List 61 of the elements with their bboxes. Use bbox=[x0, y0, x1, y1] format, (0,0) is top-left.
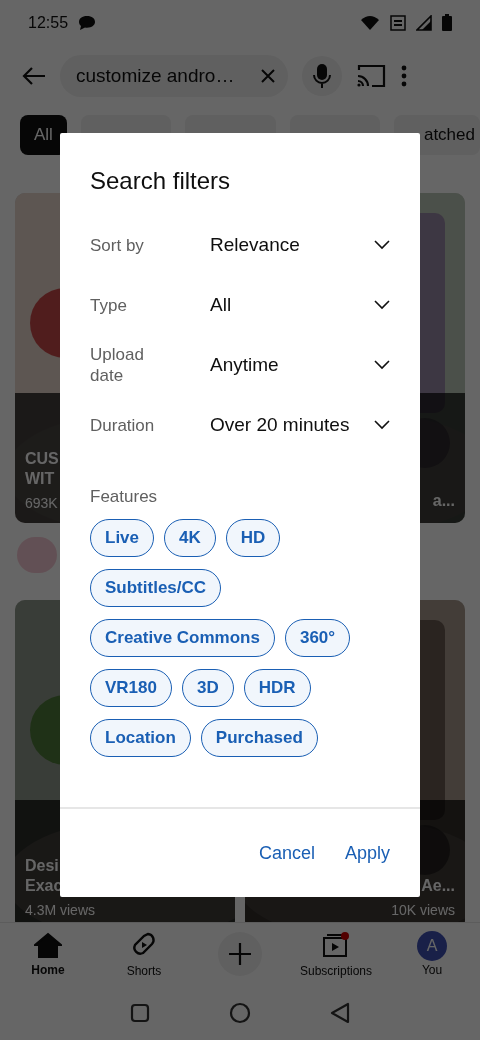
filter-dropdown[interactable]: Relevance bbox=[210, 234, 390, 256]
nav-item[interactable]: Shorts bbox=[96, 923, 192, 985]
dialog-title: Search filters bbox=[90, 167, 231, 195]
view-count: 10K views bbox=[391, 902, 455, 918]
feature-chip[interactable]: Location bbox=[90, 719, 191, 757]
cast-icon[interactable] bbox=[356, 64, 386, 88]
chevron-down-icon bbox=[374, 240, 390, 250]
chat-bubble-icon bbox=[78, 14, 97, 31]
video-title: Ae... bbox=[421, 876, 455, 896]
view-count: 4.3M views bbox=[25, 902, 96, 918]
feature-chip[interactable]: Subtitles/CC bbox=[90, 569, 222, 607]
video-title: CUS bbox=[25, 449, 59, 469]
video-title: Desi bbox=[25, 856, 59, 876]
close-icon[interactable] bbox=[260, 68, 276, 84]
video-title: a... bbox=[432, 491, 455, 511]
filter-dropdown[interactable]: Over 20 minutes bbox=[210, 414, 390, 436]
chevron-down-icon bbox=[374, 300, 390, 310]
nav-item[interactable]: Subscriptions bbox=[288, 923, 384, 985]
feature-chip[interactable]: Purchased bbox=[200, 719, 318, 757]
back-arrow-icon[interactable] bbox=[22, 66, 46, 86]
battery-icon bbox=[442, 14, 452, 31]
feature-chip[interactable]: HDR bbox=[243, 669, 311, 707]
filter-dropdown[interactable]: All bbox=[210, 294, 390, 316]
create-button[interactable] bbox=[218, 932, 262, 976]
video-title: WIT bbox=[25, 469, 55, 489]
microphone-button[interactable] bbox=[302, 56, 342, 96]
apply-button[interactable]: Apply bbox=[340, 836, 394, 870]
nav-item[interactable]: A You bbox=[384, 923, 480, 985]
filter-dropdown[interactable]: Anytime bbox=[210, 354, 390, 376]
features-label: Features bbox=[89, 486, 159, 508]
video-title: Exac bbox=[25, 876, 63, 896]
back-icon[interactable] bbox=[330, 1001, 351, 1024]
nav-item[interactable]: Home bbox=[0, 923, 96, 985]
filter-label: Type bbox=[90, 294, 128, 316]
filter-chip[interactable]: All bbox=[20, 115, 67, 155]
cancel-button[interactable]: Cancel bbox=[254, 836, 319, 870]
filter-label: Sort by bbox=[90, 234, 145, 256]
search-field[interactable]: customize andro… bbox=[60, 55, 288, 97]
home-icon bbox=[34, 931, 62, 958]
signal-icon bbox=[416, 14, 432, 31]
account-avatar: A bbox=[417, 931, 447, 961]
recents-icon[interactable] bbox=[129, 1002, 150, 1023]
plus-icon bbox=[228, 942, 252, 966]
home-circle-icon[interactable] bbox=[229, 1001, 251, 1024]
more-icon[interactable] bbox=[400, 65, 408, 87]
filter-label: Upload date bbox=[90, 344, 145, 386]
subscriptions-icon bbox=[321, 930, 351, 959]
chevron-down-icon bbox=[374, 420, 390, 430]
filter-label: Duration bbox=[90, 414, 156, 436]
view-count: 693K bbox=[25, 495, 58, 511]
wifi-icon bbox=[360, 14, 380, 31]
feature-chip[interactable]: 360° bbox=[284, 619, 351, 657]
feature-chip[interactable]: Creative Commons bbox=[90, 619, 275, 657]
chevron-down-icon bbox=[374, 360, 390, 370]
feature-chip[interactable]: 4K bbox=[164, 519, 216, 557]
feature-chip[interactable]: Live bbox=[90, 519, 155, 557]
microphone-icon bbox=[313, 63, 331, 89]
feature-chip[interactable]: HD bbox=[225, 519, 281, 557]
feature-chip[interactable]: 3D bbox=[182, 669, 234, 707]
feature-chip[interactable]: VR180 bbox=[90, 669, 172, 707]
status-time: 12:55 bbox=[28, 13, 69, 32]
